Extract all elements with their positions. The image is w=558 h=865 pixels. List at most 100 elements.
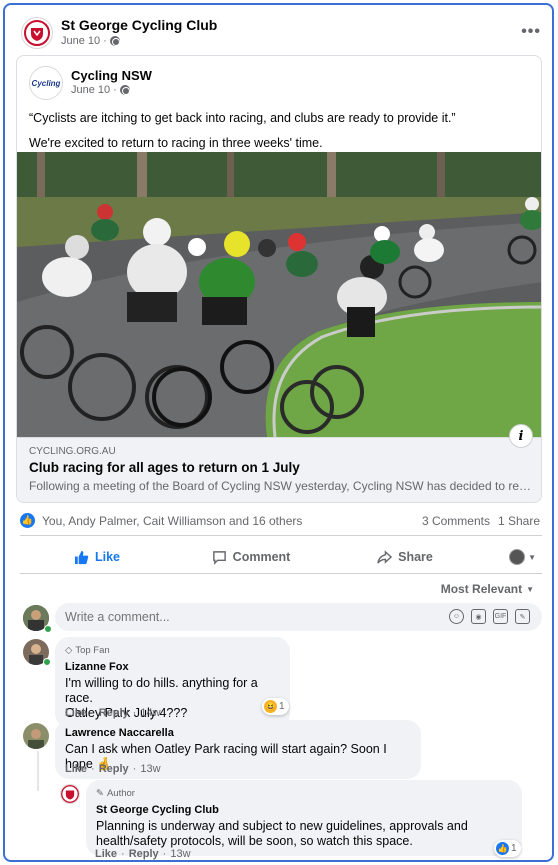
- comment-like-link[interactable]: Like: [95, 848, 117, 860]
- post-card: St George Cycling Club June 10 · ••• Cyc…: [3, 3, 554, 862]
- chevron-down-icon: ▼: [526, 584, 534, 594]
- comment-item: Lawrence Naccarella Can I ask when Oatle…: [20, 720, 542, 779]
- reply-item: ✎ Author St George Cycling Club Planning…: [20, 780, 542, 860]
- divider: [20, 573, 542, 574]
- reactions-summary: 👍 You, Andy Palmer, Cait Williamson and …: [20, 511, 540, 531]
- author-badge: ✎ Author: [96, 786, 512, 801]
- link-description: Following a meeting of the Board of Cycl…: [29, 479, 534, 493]
- comment-reaction-chip[interactable]: 👍 1: [494, 840, 521, 857]
- cycling-nsw-logo-text: Cycling: [31, 78, 61, 88]
- meta-separator: ·: [91, 707, 95, 719]
- comment-button[interactable]: Comment: [174, 541, 328, 573]
- comment-reply-link[interactable]: Reply: [99, 707, 129, 719]
- comment-author[interactable]: Lawrence Naccarella: [65, 726, 411, 741]
- comment-item: ◇ Top Fan Lizanne Fox I'm willing to do …: [20, 637, 542, 728]
- shared-post: Cycling Cycling NSW June 10 · “Cyclists …: [16, 55, 542, 503]
- reply-author-avatar[interactable]: [60, 784, 80, 804]
- top-fan-badge: ◇ Top Fan: [65, 643, 280, 658]
- more-options-button[interactable]: •••: [521, 23, 541, 41]
- reaction-count: 1: [279, 701, 285, 712]
- meta-separator: ·: [113, 84, 117, 96]
- post-meta: June 10 ·: [61, 35, 120, 47]
- reaction-count: 1: [511, 843, 517, 854]
- post-date[interactable]: June 10: [61, 35, 100, 47]
- like-reaction-icon: 👍: [496, 842, 509, 855]
- like-button[interactable]: Like: [20, 541, 174, 573]
- comment-like-link[interactable]: Like: [65, 763, 87, 775]
- comment-count[interactable]: 3 Comments: [422, 514, 490, 528]
- shared-author-name[interactable]: Cycling NSW: [71, 68, 152, 83]
- link-title[interactable]: Club racing for all ages to return on 1 …: [29, 460, 300, 475]
- diamond-icon: ◇: [65, 645, 73, 656]
- club-logo[interactable]: [21, 17, 53, 49]
- sticker-icon[interactable]: ✎: [515, 609, 530, 624]
- comment-actions: Like · Reply · 14w: [65, 707, 161, 719]
- comment-icon: [212, 550, 226, 565]
- share-icon: [377, 549, 393, 564]
- chevron-down-icon: ▼: [528, 552, 536, 562]
- comment-text-line: Planning is underway and subject to new …: [96, 819, 468, 833]
- meta-separator: ·: [132, 707, 137, 719]
- meta-separator: ·: [103, 35, 107, 47]
- globe-icon: [109, 36, 120, 46]
- comment-reply-link[interactable]: Reply: [99, 763, 129, 775]
- comment-label: Comment: [232, 550, 291, 564]
- haha-reaction-icon: 😆: [264, 700, 277, 713]
- post-author-name[interactable]: St George Cycling Club: [61, 17, 217, 33]
- meta-separator: ·: [132, 763, 137, 775]
- badge-label: Author: [106, 788, 135, 799]
- online-status-dot: [44, 625, 52, 633]
- comment-like-link[interactable]: Like: [65, 707, 87, 719]
- gif-icon[interactable]: GIF: [493, 609, 508, 624]
- comment-text-line: health/safety protocols, will be soon, s…: [96, 834, 413, 848]
- comment-author[interactable]: Lizanne Fox: [65, 660, 280, 675]
- share-count[interactable]: 1 Share: [498, 514, 540, 528]
- comment-time[interactable]: 13w: [140, 763, 160, 775]
- shared-date[interactable]: June 10: [71, 84, 110, 96]
- badge-label: Top Fan: [75, 645, 110, 656]
- shared-post-text: “Cyclists are itching to get back into r…: [29, 108, 529, 158]
- comment-actions: Like · Reply · 13w: [95, 848, 191, 860]
- cycling-nsw-logo[interactable]: Cycling: [29, 66, 63, 100]
- commenter-avatar[interactable]: [23, 723, 49, 749]
- link-domain: CYCLING.ORG.AU: [29, 446, 116, 457]
- comment-composer: ☺ ◉ GIF ✎: [20, 603, 542, 633]
- sort-label: Most Relevant: [440, 582, 523, 596]
- cyclists-photo-illustration: [17, 152, 541, 437]
- online-status-dot: [43, 658, 51, 666]
- shared-text-quote: “Cyclists are itching to get back into r…: [29, 111, 456, 125]
- share-as-selector[interactable]: ▼: [482, 541, 542, 573]
- comment-time[interactable]: 13w: [170, 848, 190, 860]
- like-label: Like: [94, 550, 120, 564]
- share-button[interactable]: Share: [328, 541, 482, 573]
- like-reaction-icon: 👍: [20, 513, 35, 528]
- club-shield-icon: [61, 785, 79, 803]
- comment-author[interactable]: St George Cycling Club: [96, 803, 512, 818]
- comment-reply-link[interactable]: Reply: [129, 848, 159, 860]
- emoji-icon[interactable]: ☺: [449, 609, 464, 624]
- comment-time[interactable]: 14w: [140, 707, 160, 719]
- composer-tools: ☺ ◉ GIF ✎: [449, 609, 530, 624]
- post-header: St George Cycling Club June 10 · •••: [15, 13, 545, 53]
- comment-actions: Like · Reply · 13w: [65, 763, 161, 775]
- meta-separator: ·: [91, 763, 95, 775]
- divider: [20, 535, 542, 536]
- comment-reaction-chip[interactable]: 😆 1: [262, 698, 289, 715]
- shared-post-header: Cycling Cycling NSW June 10 ·: [29, 64, 529, 100]
- shared-text-line: We're excited to return to racing in thr…: [29, 136, 323, 150]
- reactors-list[interactable]: You, Andy Palmer, Cait Williamson and 16…: [42, 514, 302, 528]
- camera-icon[interactable]: ◉: [471, 609, 486, 624]
- info-icon[interactable]: i: [509, 424, 533, 448]
- race-photo[interactable]: [17, 152, 541, 437]
- club-shield-icon: [24, 20, 50, 46]
- meta-separator: ·: [121, 848, 125, 860]
- profile-avatar-small: [509, 549, 526, 565]
- engagement-counts: 3 Comments 1 Share: [422, 514, 540, 528]
- link-preview[interactable]: i CYCLING.ORG.AU Club racing for all age…: [17, 424, 541, 502]
- globe-icon: [119, 85, 130, 95]
- meta-separator: ·: [162, 848, 167, 860]
- comment-text-line: I'm willing to do hills. anything for a …: [65, 676, 258, 705]
- commenter-photo: [23, 723, 49, 749]
- share-label: Share: [398, 550, 433, 564]
- comment-sort-dropdown[interactable]: Most Relevant ▼: [441, 582, 534, 596]
